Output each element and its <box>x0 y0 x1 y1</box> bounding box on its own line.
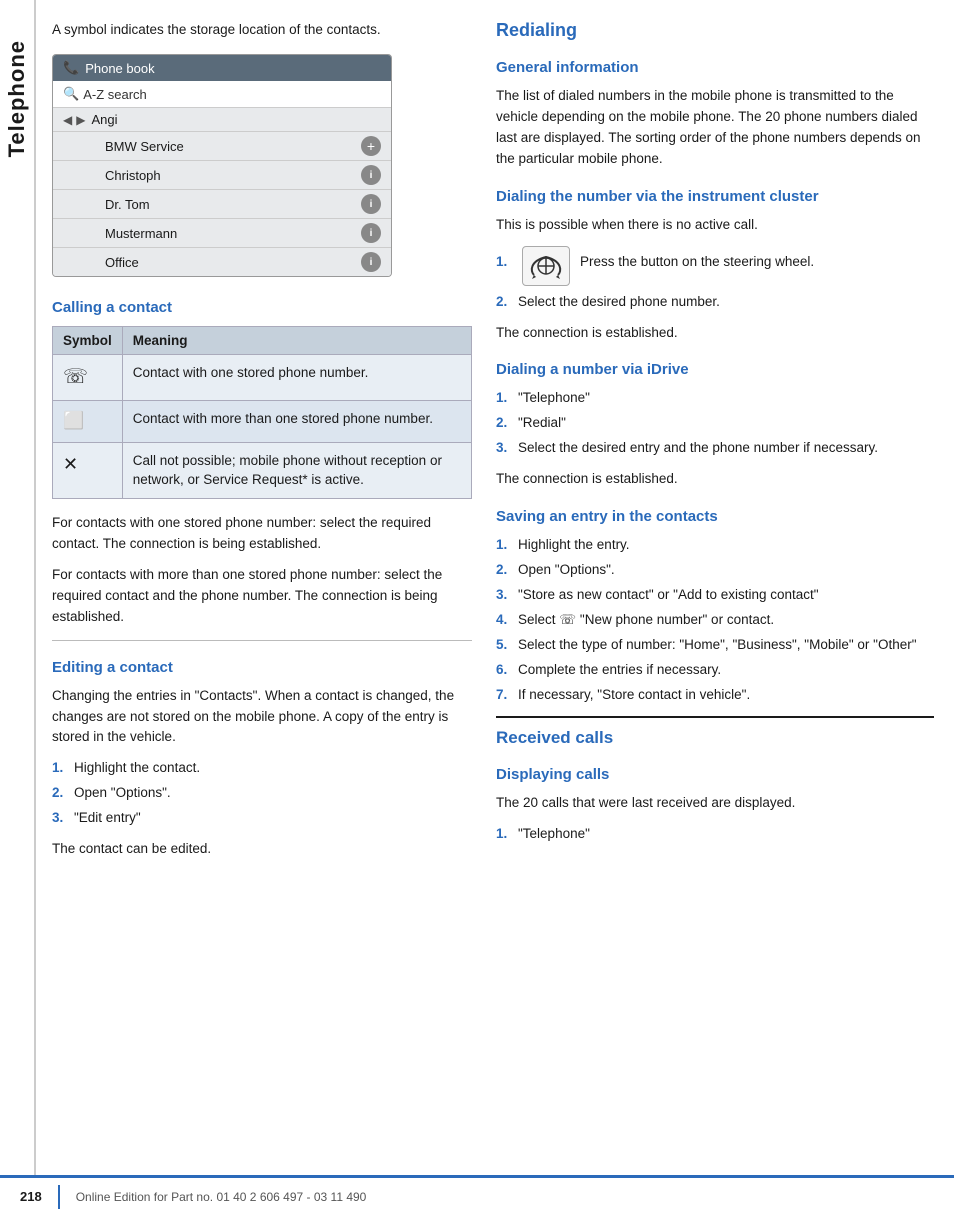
dialing-idrive-conclusion: The connection is established. <box>496 469 934 490</box>
dialing-instrument-heading: Dialing the number via the instrument cl… <box>496 188 934 205</box>
table-row: ☏ Contact with one stored phone number. <box>53 355 472 401</box>
symbol-cell: ⬜ <box>53 401 123 443</box>
contact-icon: i <box>361 194 381 214</box>
search-label: A-Z search <box>83 87 147 102</box>
symbol-cell: ✕ <box>53 442 123 498</box>
list-item: 4.Select ☏ "New phone number" or contact… <box>496 610 934 631</box>
table-row: ✕ Call not possible; mobile phone withou… <box>53 442 472 498</box>
contact-name: Office <box>105 255 139 270</box>
step-1-with-icon: 1. Press the button on the steering whee… <box>496 246 934 286</box>
dialing-idrive-heading: Dialing a number via iDrive <box>496 361 934 378</box>
list-item: 2.Select the desired phone number. <box>496 292 934 313</box>
list-item: 3."Edit entry" <box>52 808 472 829</box>
search-icon: 🔍 <box>63 86 79 102</box>
list-item: 2.Open "Options". <box>52 783 472 804</box>
displaying-calls-steps: 1."Telephone" <box>496 824 934 845</box>
phonebook-icon: 📞 <box>63 60 79 76</box>
list-item: 6.Complete the entries if necessary. <box>496 660 934 681</box>
list-item: 3."Store as new contact" or "Add to exis… <box>496 585 934 606</box>
contact-icon: i <box>361 252 381 272</box>
list-item[interactable]: Office i <box>53 248 391 276</box>
calling-para1: For contacts with one stored phone numbe… <box>52 513 472 555</box>
meaning-cell: Contact with one stored phone number. <box>122 355 471 401</box>
meaning-cell: Contact with more than one stored phone … <box>122 401 471 443</box>
redialing-heading: Redialing <box>496 20 934 45</box>
dialing-instrument-intro: This is possible when there is no active… <box>496 215 934 236</box>
nav-right-icon: ▶ <box>76 113 85 127</box>
contact-name: BMW Service <box>105 139 184 154</box>
list-item: 7.If necessary, "Store contact in vehicl… <box>496 685 934 706</box>
page-footer: 218 Online Edition for Part no. 01 40 2 … <box>0 1175 954 1215</box>
contact-icon: i <box>361 223 381 243</box>
page-container: Telephone A symbol indicates the storage… <box>0 0 954 1215</box>
left-column: A symbol indicates the storage location … <box>52 20 472 1195</box>
displaying-calls-heading: Displaying calls <box>496 766 934 783</box>
step-1-text: Press the button on the steering wheel. <box>580 246 814 273</box>
list-item[interactable]: Mustermann i <box>53 219 391 248</box>
steering-wheel-button-icon <box>522 246 570 286</box>
col-symbol: Symbol <box>53 327 123 355</box>
divider <box>52 640 472 641</box>
dialing-instrument-conclusion: The connection is established. <box>496 323 934 344</box>
contact-icon: i <box>361 165 381 185</box>
list-item: 1.Highlight the contact. <box>52 758 472 779</box>
list-item[interactable]: ◀ ▶ Angi <box>53 108 391 132</box>
editing-steps-list: 1.Highlight the contact. 2.Open "Options… <box>52 758 472 829</box>
editing-description: Changing the entries in "Contacts". When… <box>52 686 472 749</box>
list-item: 5.Select the type of number: "Home", "Bu… <box>496 635 934 656</box>
sidebar-label: Telephone <box>4 40 30 157</box>
contact-name: Angi <box>91 112 117 127</box>
meaning-cell: Call not possible; mobile phone without … <box>122 442 471 498</box>
right-column: Redialing General information The list o… <box>496 20 934 1195</box>
symbol-cell: ☏ <box>53 355 123 401</box>
phonebook-title: Phone book <box>85 61 154 76</box>
calling-para2: For contacts with more than one stored p… <box>52 565 472 628</box>
phonebook-mockup: 📞 Phone book 🔍 A-Z search ◀ ▶ <box>52 54 392 277</box>
general-info-heading: General information <box>496 59 934 76</box>
received-calls-heading: Received calls <box>496 716 934 752</box>
footer-divider <box>58 1185 60 1209</box>
table-row: ⬜ Contact with more than one stored phon… <box>53 401 472 443</box>
dialing-idrive-steps: 1."Telephone" 2."Redial" 3.Select the de… <box>496 388 934 459</box>
list-item: 3.Select the desired entry and the phone… <box>496 438 934 459</box>
list-item: 1.Highlight the entry. <box>496 535 934 556</box>
phonebook-header: 📞 Phone book <box>53 55 391 81</box>
saving-entry-steps: 1.Highlight the entry. 2.Open "Options".… <box>496 535 934 705</box>
col-meaning: Meaning <box>122 327 471 355</box>
list-item[interactable]: Dr. Tom i <box>53 190 391 219</box>
list-item: 2.Open "Options". <box>496 560 934 581</box>
list-item: 1."Telephone" <box>496 388 934 409</box>
saving-entry-heading: Saving an entry in the contacts <box>496 508 934 525</box>
page-number: 218 <box>20 1189 42 1204</box>
contact-name: Dr. Tom <box>105 197 150 212</box>
add-icon[interactable]: + <box>361 136 381 156</box>
contact-name: Christoph <box>105 168 161 183</box>
general-info-text: The list of dialed numbers in the mobile… <box>496 86 934 170</box>
displaying-calls-text: The 20 calls that were last received are… <box>496 793 934 814</box>
intro-text: A symbol indicates the storage location … <box>52 20 472 40</box>
list-item[interactable]: BMW Service + <box>53 132 391 161</box>
contact-name: Mustermann <box>105 226 177 241</box>
nav-left-icon: ◀ <box>63 113 72 127</box>
step-1-num: 1. <box>496 246 512 269</box>
calling-contact-heading: Calling a contact <box>52 299 472 316</box>
phonebook-rows: ◀ ▶ Angi BMW Service + <box>53 108 391 276</box>
main-content: A symbol indicates the storage location … <box>36 0 954 1215</box>
footer-text: Online Edition for Part no. 01 40 2 606 … <box>76 1190 367 1204</box>
dialing-steps: 2.Select the desired phone number. <box>496 292 934 313</box>
editing-contact-heading: Editing a contact <box>52 659 472 676</box>
sidebar: Telephone <box>0 0 36 1215</box>
list-item: 1."Telephone" <box>496 824 934 845</box>
editing-conclusion: The contact can be edited. <box>52 839 472 860</box>
symbol-table: Symbol Meaning ☏ Contact with one stored… <box>52 326 472 499</box>
list-item: 2."Redial" <box>496 413 934 434</box>
list-item[interactable]: Christoph i <box>53 161 391 190</box>
phonebook-search[interactable]: 🔍 A-Z search <box>53 81 391 108</box>
